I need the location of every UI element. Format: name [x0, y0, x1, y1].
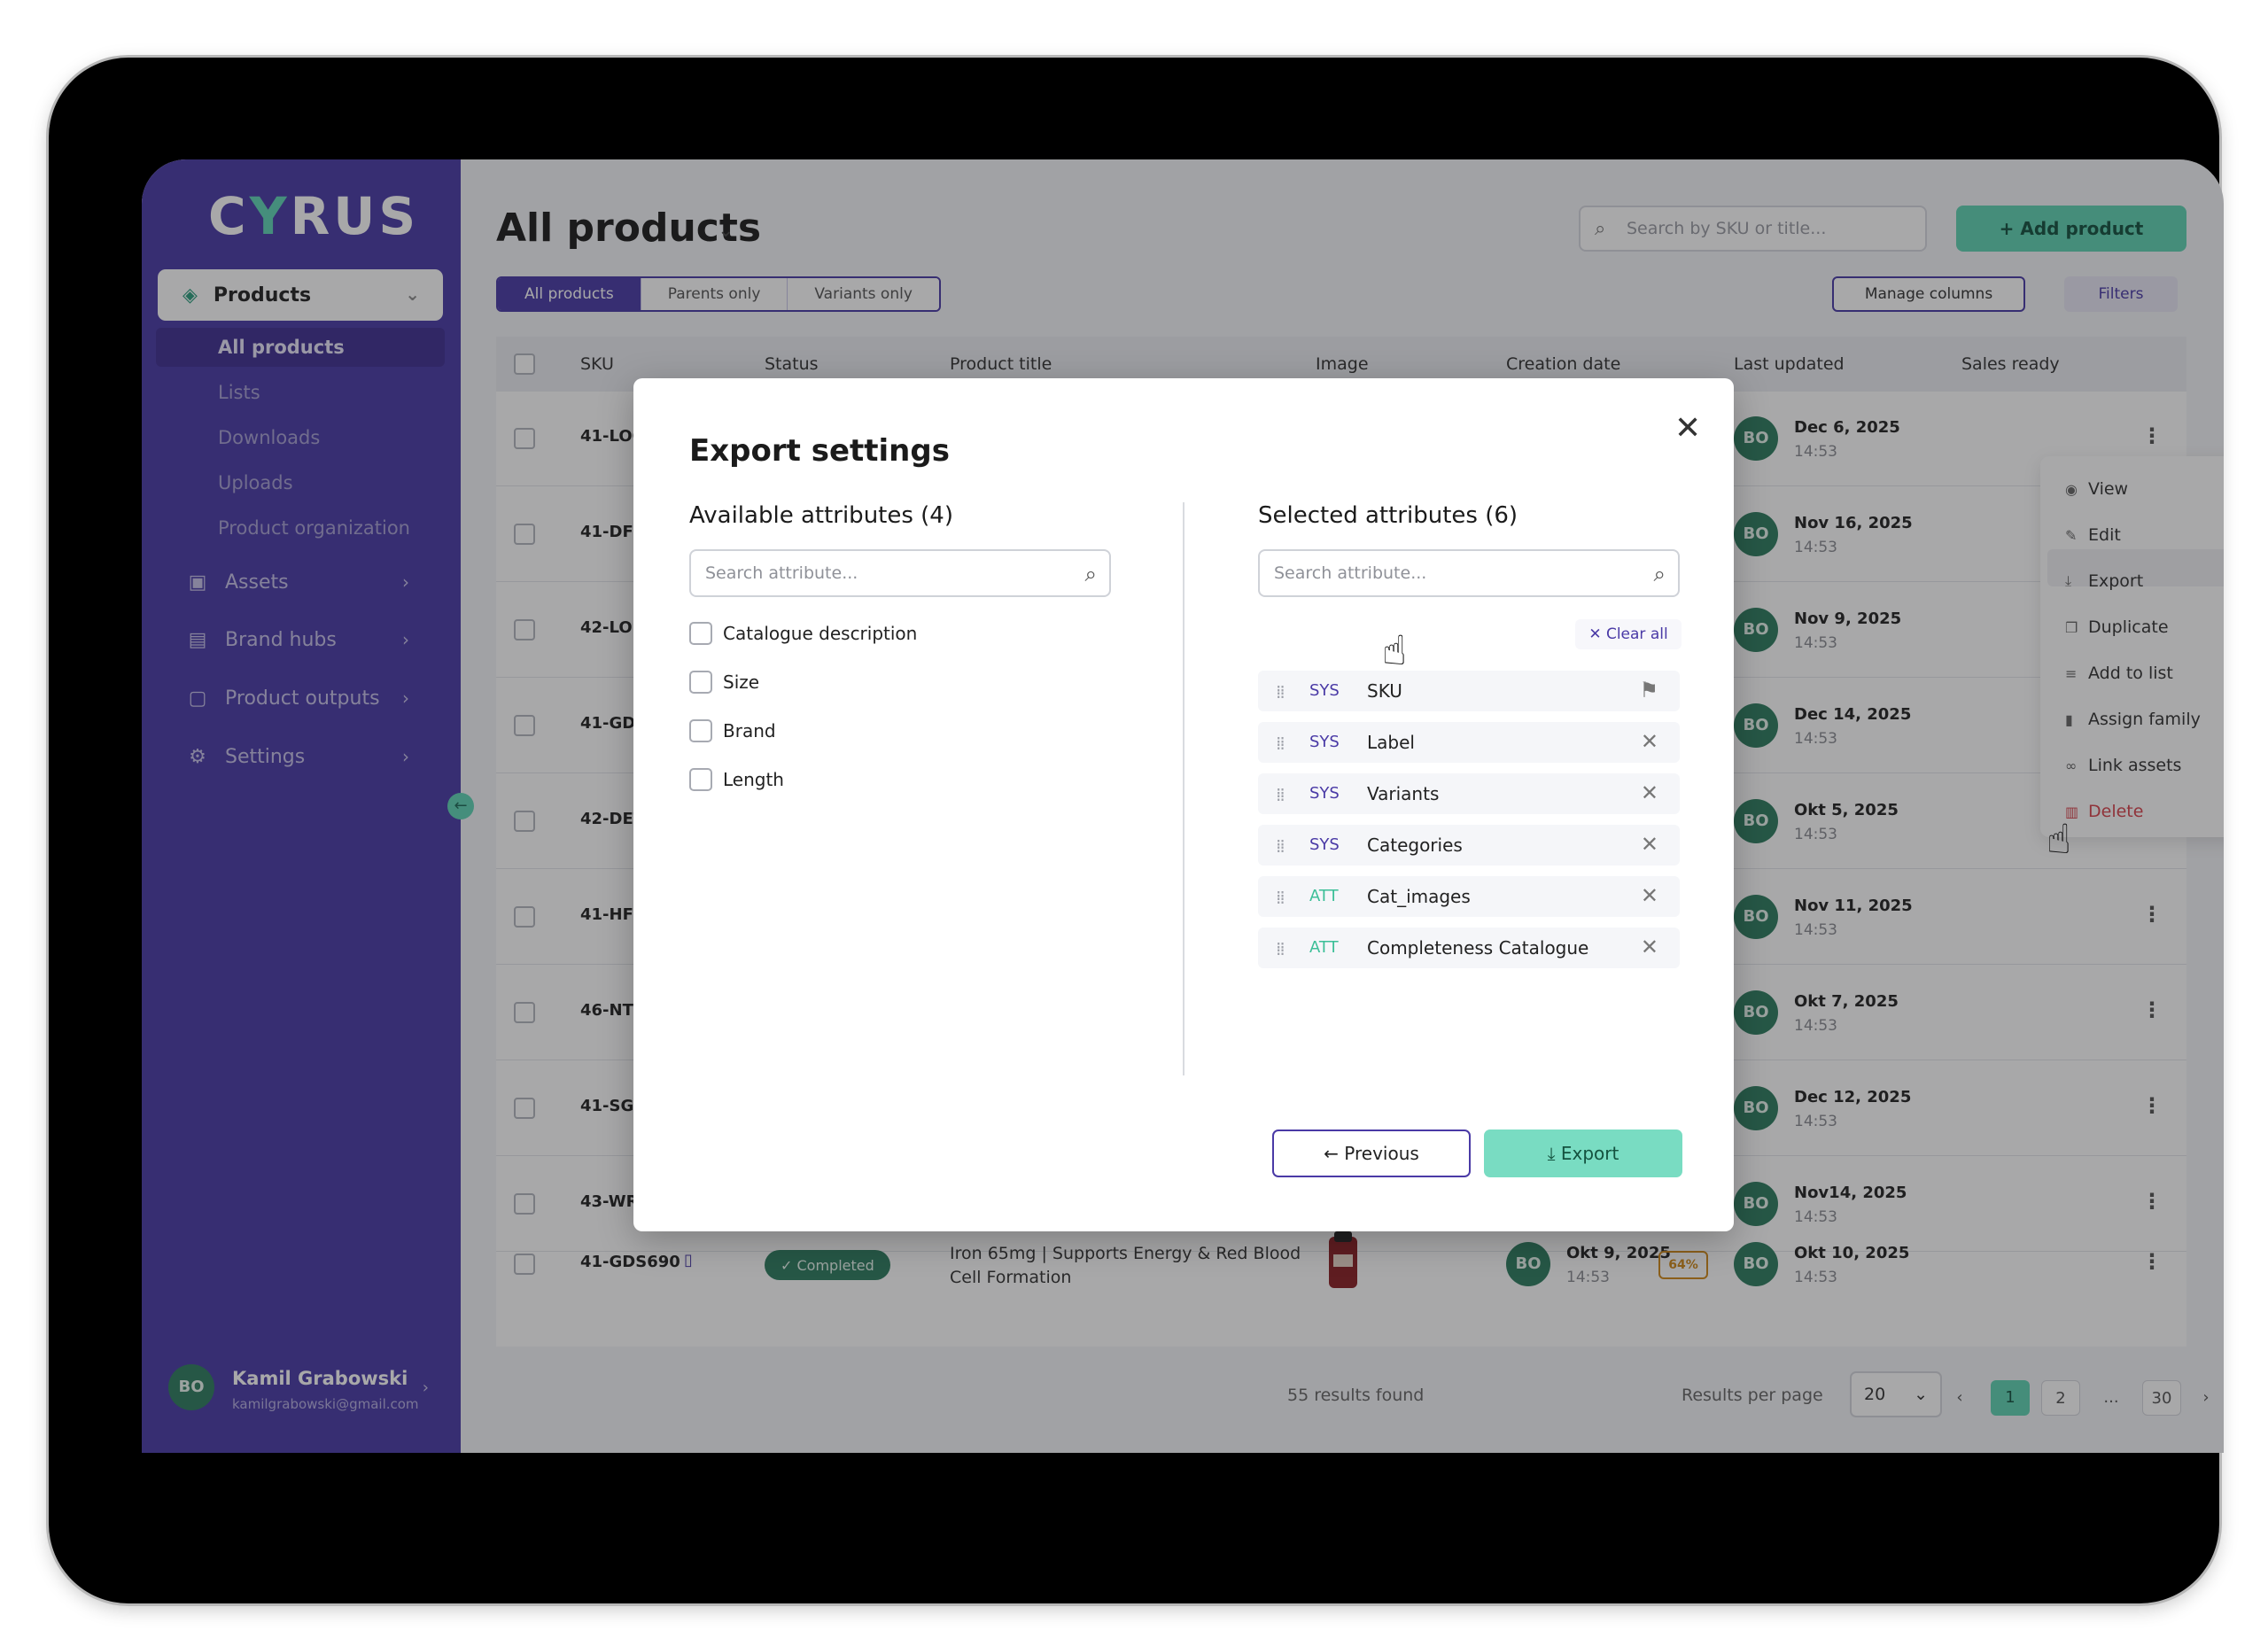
- close-icon[interactable]: ✕: [1641, 780, 1658, 805]
- attribute-label: Cat_images: [1367, 886, 1471, 907]
- selected-attributes-title: Selected attributes (6): [1258, 502, 1518, 529]
- selected-attribute-item[interactable]: ⁞⁞ ATT Completeness Catalogue ✕: [1258, 928, 1680, 968]
- close-icon[interactable]: ✕: [1641, 935, 1658, 959]
- search-icon: ⌕: [1084, 562, 1097, 586]
- drag-handle-icon[interactable]: ⁞⁞: [1276, 938, 1285, 959]
- attribute-checkbox[interactable]: [689, 622, 712, 645]
- export-settings-dialog: Export settings ✕ Available attributes (…: [633, 378, 1734, 1231]
- selected-attribute-item[interactable]: ⁞⁞ SYS Variants ✕: [1258, 773, 1680, 814]
- close-icon[interactable]: ✕: [1674, 410, 1701, 446]
- available-attributes-title: Available attributes (4): [689, 502, 953, 529]
- export-button[interactable]: ⤓ Export: [1484, 1130, 1682, 1177]
- close-icon[interactable]: ✕: [1641, 883, 1658, 908]
- attribute-checkbox[interactable]: [689, 671, 712, 694]
- attribute-type-tag: SYS: [1309, 784, 1340, 803]
- selected-attribute-item[interactable]: ⁞⁞ ATT Cat_images ✕: [1258, 876, 1680, 917]
- drag-handle-icon[interactable]: ⁞⁞: [1276, 784, 1285, 805]
- search-icon: ⌕: [1653, 562, 1666, 586]
- available-attribute-item[interactable]: Length: [689, 766, 784, 793]
- app-screen: CYRUS ◈ Products ⌄ All products Lists Do…: [142, 159, 2224, 1453]
- available-attribute-item[interactable]: Size: [689, 669, 759, 695]
- available-attribute-item[interactable]: Catalogue description: [689, 620, 917, 647]
- attribute-label: Categories: [1367, 835, 1463, 856]
- search-placeholder: Search attribute...: [1274, 563, 1427, 583]
- attribute-label: Label: [1367, 732, 1415, 753]
- attribute-type-tag: SYS: [1309, 835, 1340, 854]
- attribute-type-tag: ATT: [1309, 938, 1339, 957]
- attribute-label: Length: [723, 769, 784, 790]
- selected-attribute-item[interactable]: ⁞⁞ SYS Label ✕: [1258, 722, 1680, 763]
- hand-cursor-icon: ☝: [1382, 626, 1408, 674]
- attribute-label: Variants: [1367, 783, 1440, 804]
- attribute-checkbox[interactable]: [689, 719, 712, 742]
- selected-attribute-item[interactable]: ⁞⁞ SYS SKU ⚑: [1258, 671, 1680, 711]
- close-icon[interactable]: ✕: [1641, 729, 1658, 754]
- attribute-label: Size: [723, 672, 760, 693]
- drag-handle-icon[interactable]: ⁞⁞: [1276, 733, 1285, 754]
- drag-handle-icon[interactable]: ⁞⁞: [1276, 681, 1285, 703]
- clear-all-button[interactable]: ✕ Clear all: [1575, 619, 1682, 649]
- selected-search-input[interactable]: Search attribute... ⌕: [1258, 549, 1680, 597]
- attribute-checkbox[interactable]: [689, 768, 712, 791]
- attribute-type-tag: SYS: [1309, 681, 1340, 700]
- drag-handle-icon[interactable]: ⁞⁞: [1276, 835, 1285, 857]
- previous-button[interactable]: ← Previous: [1272, 1130, 1471, 1177]
- column-divider: [1183, 502, 1184, 1075]
- search-placeholder: Search attribute...: [705, 563, 858, 583]
- attribute-label: Completeness Catalogue: [1367, 937, 1589, 959]
- available-attribute-item[interactable]: Brand: [689, 718, 776, 744]
- attribute-label: SKU: [1367, 680, 1402, 702]
- attribute-type-tag: ATT: [1309, 887, 1339, 905]
- flag-icon[interactable]: ⚑: [1639, 678, 1658, 703]
- attribute-label: Catalogue description: [723, 623, 918, 644]
- tablet-frame: CYRUS ◈ Products ⌄ All products Lists Do…: [49, 58, 2224, 1603]
- drag-handle-icon[interactable]: ⁞⁞: [1276, 887, 1285, 908]
- attribute-type-tag: SYS: [1309, 733, 1340, 751]
- close-icon[interactable]: ✕: [1641, 832, 1658, 857]
- selected-attribute-item[interactable]: ⁞⁞ SYS Categories ✕: [1258, 825, 1680, 866]
- dialog-title: Export settings: [689, 433, 950, 469]
- available-search-input[interactable]: Search attribute... ⌕: [689, 549, 1111, 597]
- attribute-label: Brand: [723, 720, 776, 741]
